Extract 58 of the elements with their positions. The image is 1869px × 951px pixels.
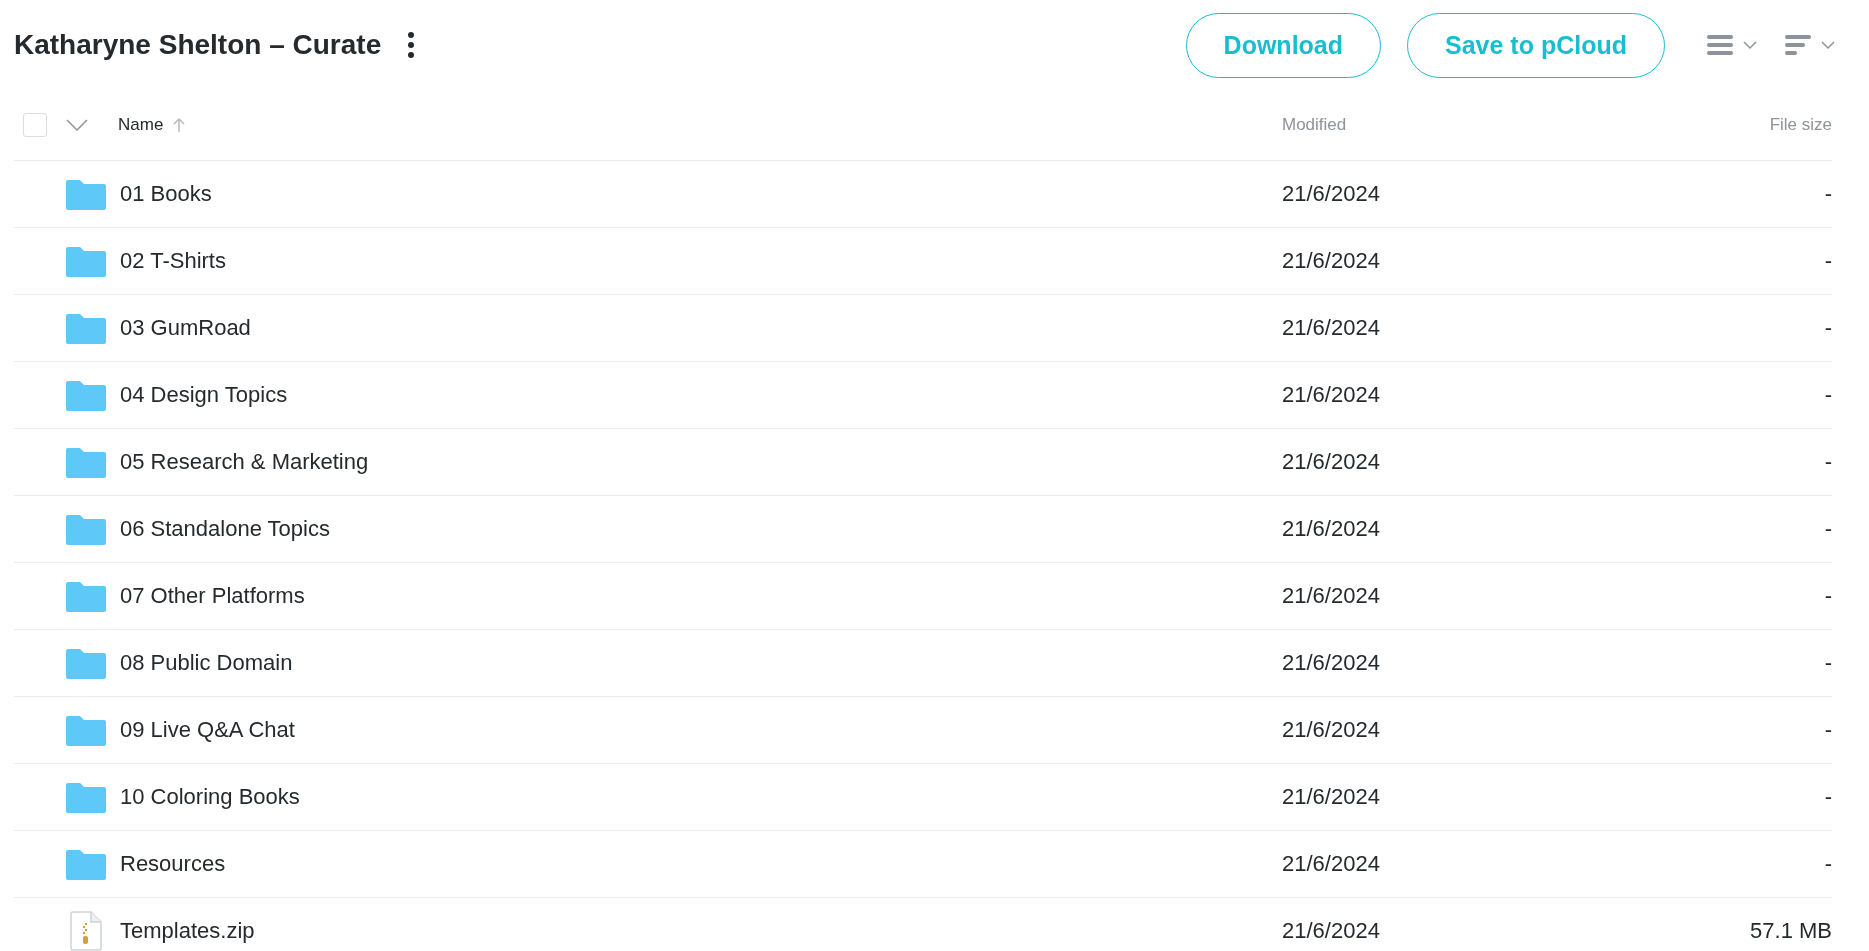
file-name[interactable]: 01 Books [120, 181, 212, 207]
chevron-down-icon[interactable] [66, 119, 88, 131]
folder-icon [66, 580, 106, 612]
folder-icon [66, 312, 106, 344]
file-size: - [1823, 382, 1832, 408]
folder-icon [66, 647, 106, 679]
column-header[interactable]: Name [118, 115, 164, 135]
file-name[interactable]: 10 Coloring Books [120, 784, 300, 810]
chevron-down-icon[interactable] [1743, 40, 1757, 50]
file-name[interactable]: 08 Public Domain [120, 650, 293, 676]
modified-date: 21/6/2024 [1282, 784, 1381, 810]
list-view-icon[interactable] [1707, 34, 1733, 56]
file-size: - [1823, 248, 1832, 274]
folder-icon [66, 848, 106, 880]
file-size: 57.1 MB [1749, 918, 1832, 944]
file-name[interactable]: 03 GumRoad [120, 315, 251, 341]
file-size: - [1823, 851, 1832, 877]
modified-date: 21/6/2024 [1282, 918, 1381, 944]
file-name[interactable]: 04 Design Topics [120, 382, 288, 408]
folder-icon [66, 513, 106, 545]
modified-date: 21/6/2024 [1282, 248, 1381, 274]
modified-date: 21/6/2024 [1282, 516, 1381, 542]
file-name[interactable]: Resources [120, 851, 226, 877]
sort-icon[interactable] [1785, 34, 1811, 56]
modified-date: 21/6/2024 [1282, 650, 1381, 676]
folder-icon [66, 781, 106, 813]
file-size: - [1823, 181, 1832, 207]
zip-file-icon [70, 911, 102, 951]
file-size: - [1823, 516, 1832, 542]
file-size: - [1823, 449, 1832, 475]
modified-date: 21/6/2024 [1282, 851, 1381, 877]
folder-icon [66, 446, 106, 478]
file-name[interactable]: 07 Other Platforms [120, 583, 305, 609]
more-options-icon[interactable] [407, 31, 416, 59]
file-size: - [1823, 717, 1832, 743]
chevron-down-icon[interactable] [1821, 40, 1835, 50]
folder-icon [66, 245, 106, 277]
folder-icon [66, 379, 106, 411]
file-name[interactable]: 02 T-Shirts [120, 248, 226, 274]
folder-icon [66, 714, 106, 746]
modified-date: 21/6/2024 [1282, 382, 1381, 408]
modified-date: 21/6/2024 [1282, 315, 1381, 341]
file-size: - [1823, 583, 1832, 609]
select-all-checkbox[interactable] [23, 113, 47, 137]
modified-date: 21/6/2024 [1282, 583, 1381, 609]
file-name[interactable]: 06 Standalone Topics [120, 516, 330, 542]
file-name[interactable]: 05 Research & Marketing [120, 449, 369, 475]
folder-icon [66, 178, 106, 210]
page-title: Katharyne Shelton – Curate [14, 29, 382, 61]
file-size: - [1823, 315, 1832, 341]
file-name[interactable]: Templates.zip [120, 918, 255, 944]
modified-date: 21/6/2024 [1282, 181, 1381, 207]
modified-date: 21/6/2024 [1282, 717, 1381, 743]
file-size: - [1823, 784, 1832, 810]
file-size: - [1823, 650, 1832, 676]
modified-date: 21/6/2024 [1282, 449, 1381, 475]
file-name[interactable]: 09 Live Q&A Chat [120, 717, 295, 743]
arrow-up-icon [173, 117, 186, 133]
